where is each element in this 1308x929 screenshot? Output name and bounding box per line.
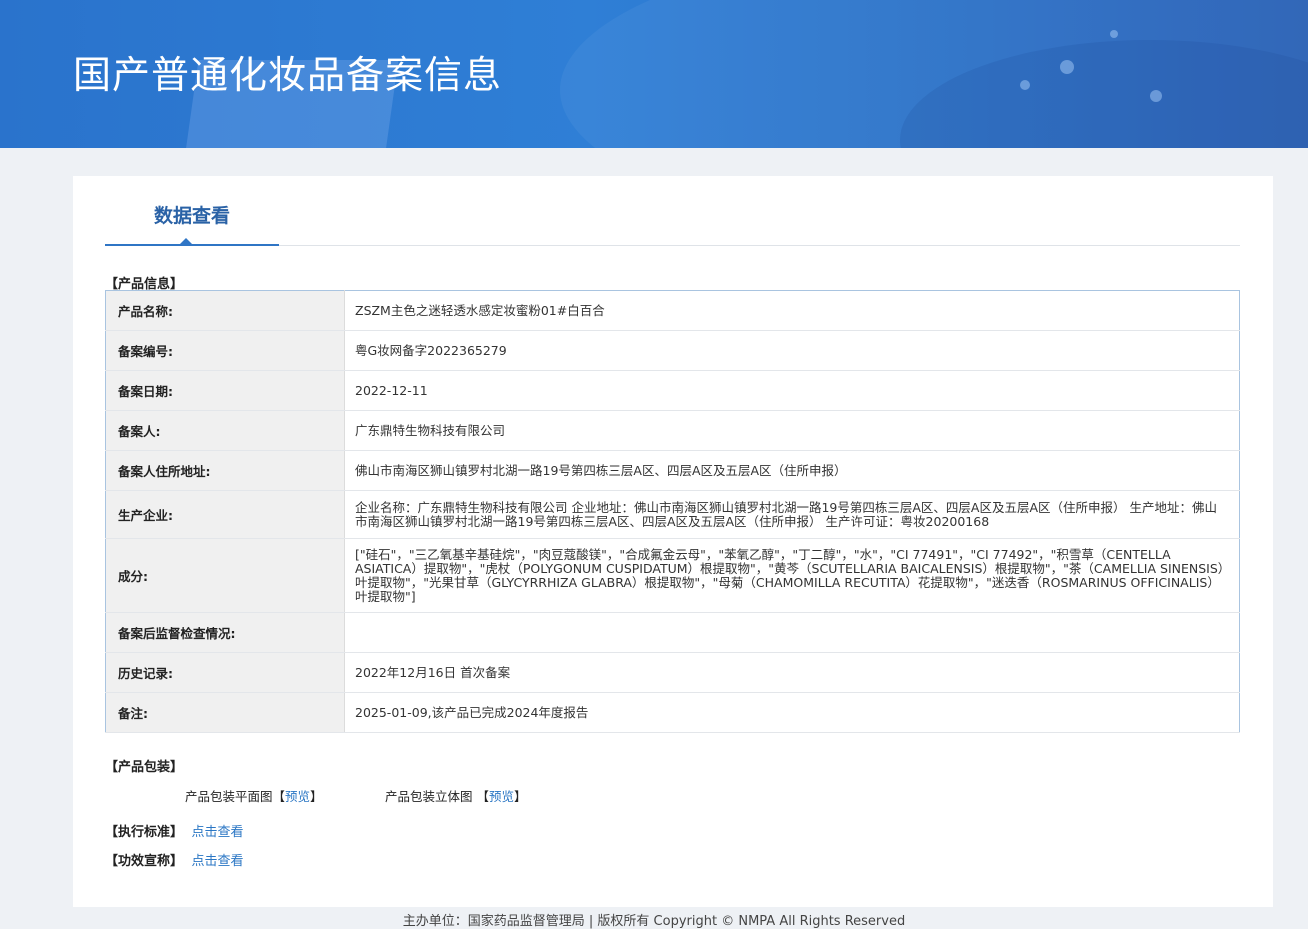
table-row: 产品名称: ZSZM主色之迷轻透水感定妆蜜粉01#白百合	[105, 290, 1240, 331]
row-key: 产品名称:	[105, 290, 345, 331]
section-standard: 【执行标准】 点击查看	[105, 821, 244, 840]
banner-dot	[1150, 90, 1162, 102]
table-row: 备案后监督检查情况:	[105, 612, 1240, 653]
table-row: 生产企业: 企业名称：广东鼎特生物科技有限公司 企业地址：佛山市南海区狮山镇罗村…	[105, 490, 1240, 539]
row-value: 粤G妆网备字2022365279	[344, 330, 1240, 371]
bracket: 】	[514, 789, 527, 804]
page-title: 国产普通化妆品备案信息	[73, 53, 503, 97]
row-key: 备案人:	[105, 410, 345, 451]
table-row: 历史记录: 2022年12月16日 首次备案	[105, 652, 1240, 693]
banner-dot	[1110, 30, 1118, 38]
row-value: 2022-12-11	[344, 370, 1240, 411]
package-flat-label: 产品包装平面图	[185, 789, 273, 804]
preview-flat-link[interactable]: 预览	[285, 789, 310, 804]
row-value: 企业名称：广东鼎特生物科技有限公司 企业地址：佛山市南海区狮山镇罗村北湖一路19…	[344, 490, 1240, 539]
row-value: 广东鼎特生物科技有限公司	[344, 410, 1240, 451]
standard-label: 【执行标准】	[105, 825, 184, 840]
preview-solid-link[interactable]: 预览	[489, 789, 514, 804]
row-key: 备案日期:	[105, 370, 345, 411]
tab-caret-icon	[180, 238, 192, 244]
row-value: 佛山市南海区狮山镇罗村北湖一路19号第四栋三层A区、四层A区及五层A区（住所申报…	[344, 450, 1240, 491]
main-card: 数据查看 【产品信息】 产品名称: ZSZM主色之迷轻透水感定妆蜜粉01#白百合…	[73, 176, 1273, 907]
package-solid-label: 产品包装立体图	[385, 789, 473, 804]
row-key: 备案后监督检查情况:	[105, 612, 345, 653]
standard-view-link[interactable]: 点击查看	[192, 825, 244, 840]
bracket: 【	[272, 789, 286, 804]
tab-data-view[interactable]: 数据查看	[105, 176, 279, 246]
tab-bar: 数据查看	[105, 176, 1240, 246]
table-row: 备案编号: 粤G妆网备字2022365279	[105, 330, 1240, 371]
banner-dot	[1020, 80, 1030, 90]
efficacy-label: 【功效宣称】	[105, 854, 184, 869]
banner-dot	[1060, 60, 1074, 74]
tab-label: 数据查看	[153, 205, 230, 227]
table-row: 成分: ["硅石"，"三乙氧基辛基硅烷"，"肉豆蔻酸镁"，"合成氟金云母"，"苯…	[105, 538, 1240, 613]
product-info-table: 产品名称: ZSZM主色之迷轻透水感定妆蜜粉01#白百合 备案编号: 粤G妆网备…	[105, 290, 1240, 733]
row-key: 备案人住所地址:	[105, 450, 345, 491]
row-key: 成分:	[105, 538, 345, 613]
efficacy-view-link[interactable]: 点击查看	[192, 854, 244, 869]
table-row: 备案人: 广东鼎特生物科技有限公司	[105, 410, 1240, 451]
bracket: 】	[310, 789, 323, 804]
header-banner: 国产普通化妆品备案信息	[0, 0, 1308, 148]
bracket: 【	[476, 789, 490, 804]
row-key: 备注:	[105, 692, 345, 733]
row-value	[344, 612, 1240, 653]
section-efficacy: 【功效宣称】 点击查看	[105, 850, 244, 869]
row-key: 生产企业:	[105, 490, 345, 539]
package-flat-row: 产品包装平面图【预览】	[185, 786, 323, 805]
package-solid-row: 产品包装立体图 【预览】	[385, 786, 527, 805]
row-value: ZSZM主色之迷轻透水感定妆蜜粉01#白百合	[344, 290, 1240, 331]
row-value: ["硅石"，"三乙氧基辛基硅烷"，"肉豆蔻酸镁"，"合成氟金云母"，"苯氧乙醇"…	[344, 538, 1240, 613]
row-value: 2025-01-09,该产品已完成2024年度报告	[344, 692, 1240, 733]
footer: 主办单位：国家药品监督管理局 | 版权所有 Copyright © NMPA A…	[402, 914, 906, 929]
table-row: 备案日期: 2022-12-11	[105, 370, 1240, 411]
table-row: 备注: 2025-01-09,该产品已完成2024年度报告	[105, 692, 1240, 733]
row-key: 历史记录:	[105, 652, 345, 693]
row-key: 备案编号:	[105, 330, 345, 371]
row-value: 2022年12月16日 首次备案	[344, 652, 1240, 693]
table-row: 备案人住所地址: 佛山市南海区狮山镇罗村北湖一路19号第四栋三层A区、四层A区及…	[105, 450, 1240, 491]
section-product-package: 【产品包装】	[105, 760, 184, 775]
